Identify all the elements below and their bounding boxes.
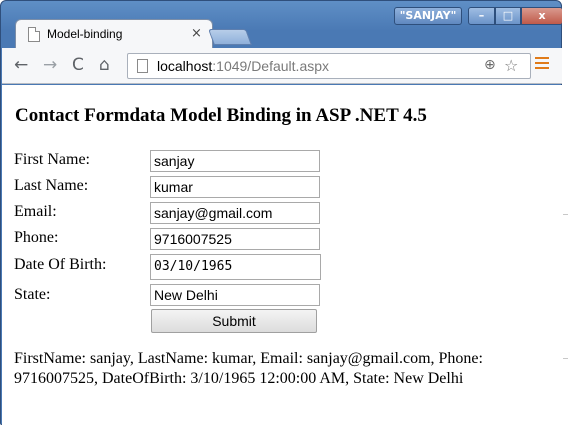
bookmark-star-icon[interactable]: ☆	[504, 56, 518, 75]
first-name-field[interactable]: sanjay	[150, 150, 320, 172]
last-name-label: Last Name:	[14, 177, 89, 194]
submit-button[interactable]: Submit	[151, 309, 317, 333]
new-tab-button[interactable]	[208, 29, 252, 45]
back-arrow-icon[interactable]: ←	[14, 55, 28, 75]
phone-label: Phone:	[14, 229, 59, 246]
maximize-button[interactable]: □	[495, 7, 521, 25]
divider	[563, 214, 568, 215]
tab-close-icon[interactable]: ×	[191, 26, 202, 41]
dob-label: Date Of Birth:	[14, 256, 107, 273]
zoom-icon[interactable]: ⊕	[484, 57, 496, 73]
profile-badge[interactable]: "SANJAY"	[394, 7, 462, 25]
page-content: Contact Formdata Model Binding in ASP .N…	[2, 85, 562, 425]
minimize-button[interactable]: –	[468, 7, 495, 25]
address-bar[interactable]: localhost:1049/Default.aspx ⊕ ☆	[127, 53, 531, 79]
result-text: FirstName: sanjay, LastName: kumar, Emai…	[14, 350, 483, 387]
page-title: Contact Formdata Model Binding in ASP .N…	[15, 105, 427, 126]
email-field[interactable]: sanjay@gmail.com	[150, 202, 320, 224]
reload-icon[interactable]: C	[72, 55, 84, 75]
url-text[interactable]: localhost:1049/Default.aspx	[157, 58, 329, 74]
close-window-button[interactable]: x	[521, 7, 563, 25]
first-name-label: First Name:	[14, 151, 90, 168]
tab-title: Model-binding	[47, 27, 123, 41]
menu-icon[interactable]	[535, 57, 549, 69]
last-name-field[interactable]: kumar	[150, 176, 320, 198]
browser-window: "SANJAY" – □ x Model-binding × ← → C ⌂ l…	[0, 0, 563, 425]
url-host: localhost	[157, 58, 213, 74]
phone-field[interactable]: 9716007525	[150, 228, 320, 250]
state-label: State:	[14, 286, 51, 303]
state-field[interactable]: New Delhi	[150, 284, 320, 306]
dob-field[interactable]: 03/10/1965	[150, 254, 321, 280]
background-strip	[562, 0, 568, 428]
url-path: :1049/Default.aspx	[212, 58, 330, 74]
toolbar: ← → C ⌂ localhost:1049/Default.aspx ⊕ ☆	[2, 48, 562, 84]
page-icon	[28, 27, 40, 42]
forward-arrow-icon[interactable]: →	[43, 55, 57, 75]
divider	[563, 358, 568, 359]
page-icon	[137, 59, 148, 73]
tab-model-binding[interactable]: Model-binding ×	[15, 19, 213, 49]
home-icon[interactable]: ⌂	[99, 55, 110, 75]
email-label: Email:	[14, 203, 57, 220]
